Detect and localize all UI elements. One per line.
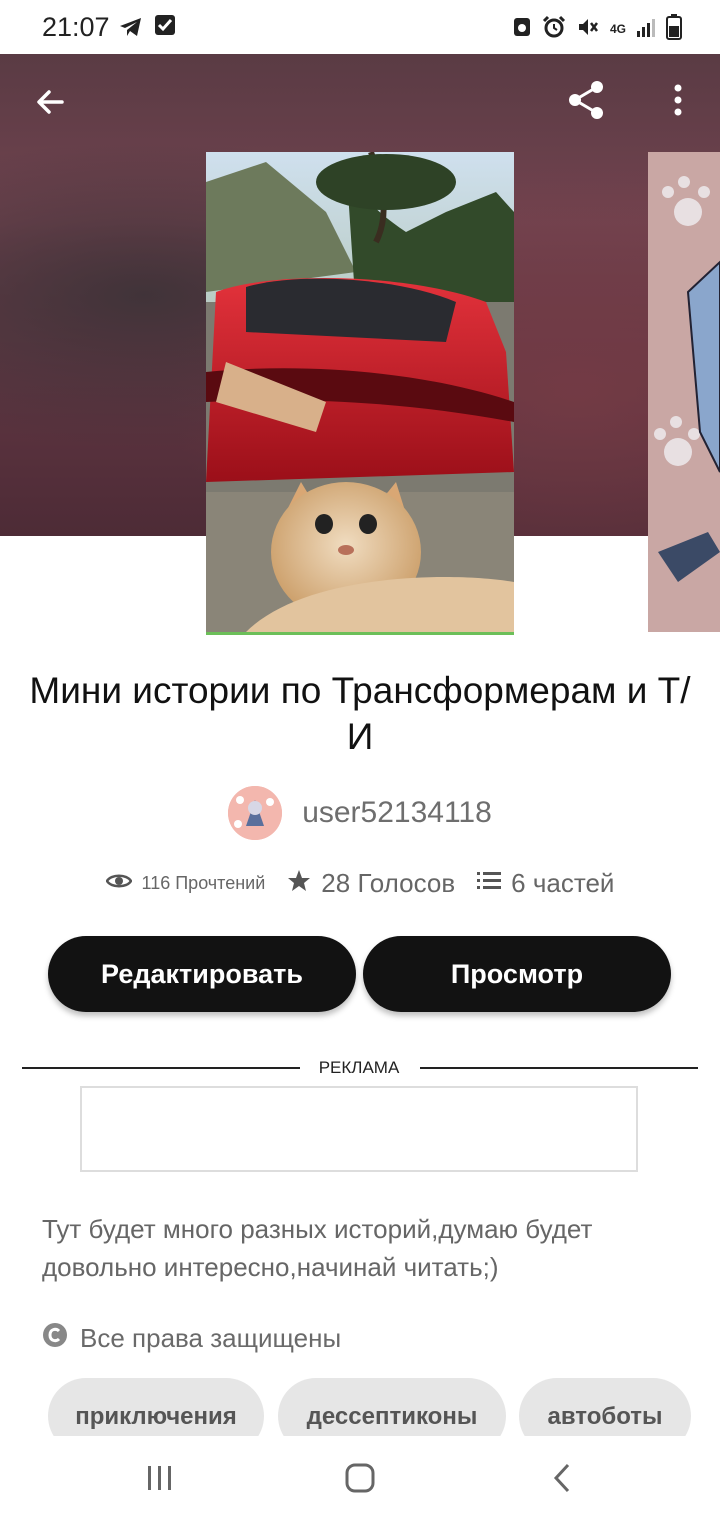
copyright-icon bbox=[42, 1322, 68, 1355]
tag-chip[interactable]: дессептиконы bbox=[278, 1378, 506, 1436]
next-cover-image[interactable] bbox=[648, 152, 720, 632]
system-nav-bar bbox=[0, 1436, 720, 1520]
parts-stat: 6 частей bbox=[477, 868, 614, 899]
reads-stat: 116 Прочтений bbox=[105, 872, 266, 895]
avatar[interactable] bbox=[228, 786, 283, 840]
home-button[interactable] bbox=[330, 1450, 390, 1510]
ad-banner[interactable] bbox=[80, 1086, 638, 1172]
network-4g-icon: 4G bbox=[609, 21, 626, 36]
story-cover-image[interactable] bbox=[206, 152, 514, 635]
more-options-button[interactable] bbox=[650, 74, 706, 130]
tag-chip[interactable]: автоботы bbox=[519, 1378, 691, 1436]
top-toolbar bbox=[0, 54, 720, 154]
tag-label: дессептиконы bbox=[306, 1403, 478, 1430]
author-name[interactable]: user52134118 bbox=[302, 796, 492, 830]
tag-label: автоботы bbox=[547, 1403, 663, 1430]
back-nav-button[interactable] bbox=[532, 1450, 592, 1510]
recent-apps-button[interactable] bbox=[130, 1450, 190, 1510]
chevron-left-icon bbox=[552, 1463, 572, 1498]
copyright-text: Все права защищены bbox=[80, 1323, 342, 1353]
parts-count: 6 частей bbox=[511, 868, 615, 898]
share-icon bbox=[564, 78, 608, 127]
recycle-icon bbox=[512, 16, 532, 41]
story-description: Тут будет много разных историй,думаю буд… bbox=[42, 1214, 593, 1282]
status-bar: 21:07 4G bbox=[0, 0, 720, 54]
tag-chip[interactable]: приключения bbox=[48, 1378, 264, 1436]
battery-icon bbox=[666, 14, 682, 43]
more-vertical-icon bbox=[673, 83, 683, 122]
signal-icon bbox=[636, 16, 656, 41]
edit-button[interactable]: Редактировать bbox=[48, 936, 356, 1012]
ad-divider-left bbox=[22, 1067, 300, 1069]
back-button[interactable] bbox=[22, 76, 78, 132]
status-time: 21:07 bbox=[42, 12, 110, 42]
tags-row: приключения дессептиконы автоботы bbox=[48, 1378, 720, 1436]
ad-label: РЕКЛАМА bbox=[318, 1058, 400, 1077]
author-row[interactable]: user52134118 bbox=[0, 786, 720, 840]
view-button[interactable]: Просмотр bbox=[363, 936, 671, 1012]
alarm-icon bbox=[542, 15, 566, 42]
copyright-row: Все права защищены bbox=[42, 1322, 341, 1355]
arrow-left-icon bbox=[34, 86, 66, 123]
story-stats: 116 Прочтений 28 Голосов 6 частей bbox=[0, 868, 720, 899]
share-button[interactable] bbox=[558, 74, 614, 130]
ad-divider-right bbox=[420, 1067, 698, 1069]
list-icon bbox=[477, 871, 502, 896]
recent-apps-icon bbox=[145, 1464, 175, 1497]
votes-count: 28 Голосов bbox=[321, 868, 456, 898]
telegram-icon bbox=[118, 14, 144, 45]
check-square-icon bbox=[154, 14, 176, 45]
star-icon bbox=[287, 869, 311, 898]
story-title: Мини истории по Трансформерам и Т/И bbox=[29, 670, 691, 757]
eye-icon bbox=[105, 872, 132, 895]
votes-stat: 28 Голосов bbox=[287, 868, 455, 899]
mute-icon bbox=[576, 15, 600, 42]
reads-count: 116 Прочтений bbox=[141, 873, 266, 893]
tag-label: приключения bbox=[75, 1403, 237, 1430]
home-icon bbox=[344, 1462, 376, 1499]
